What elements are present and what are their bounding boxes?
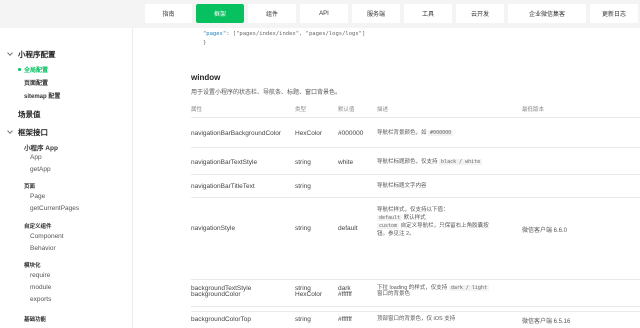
cell-default: #ffffff (338, 291, 352, 298)
cell-version: 微信客户端 6.5.16 (522, 319, 571, 325)
table-header-version: 最低版本 (522, 107, 545, 113)
nav-tab-cloud[interactable]: 云开发 (456, 4, 504, 23)
sidebar-item-mini-config[interactable]: 小程序配置 (18, 49, 56, 60)
cell-type: string (295, 225, 311, 232)
cell-default: #ffffff (338, 316, 352, 323)
cell-prop: backgroundColor (191, 291, 241, 298)
cell-desc: 顶部窗口的背景色，仅 iOS 支持 (377, 316, 456, 322)
sidebar-item-getapp[interactable]: getApp (30, 166, 51, 173)
cell-prop: navigationBarBackgroundColor (191, 130, 281, 137)
nav-tab-server[interactable]: 服务端 (352, 4, 400, 23)
nav-tab-wecom[interactable]: 企业微信集客 (508, 4, 586, 23)
sidebar-item-app[interactable]: App (30, 154, 42, 161)
table-row: navigationBarBackgroundColor HexColor #0… (191, 117, 640, 147)
sidebar-item-getcurrentpages[interactable]: getCurrentPages (30, 205, 79, 212)
sidebar-item-exports[interactable]: exports (30, 296, 51, 303)
nav-tab-components[interactable]: 组件 (248, 4, 296, 23)
cell-default: #000000 (338, 130, 364, 137)
nav-tab-guide[interactable]: 指南 (145, 4, 192, 23)
cell-prop: navigationStyle (191, 225, 236, 232)
cell-desc: 导航栏背景颜色，如 #000000 (377, 130, 454, 136)
section-description: 用于设置小程序的状态栏、导航条、标题、窗口背景色。 (191, 90, 342, 96)
cell-type: string (295, 316, 311, 323)
sidebar-item-require[interactable]: require (30, 272, 50, 279)
chevron-down-icon[interactable] (7, 50, 13, 56)
sidebar-group-custom-component[interactable]: 自定义组件 (24, 222, 52, 230)
nav-tab-api[interactable]: API (300, 4, 348, 23)
sidebar-item-sitemap-config[interactable]: sitemap 配置 (24, 91, 60, 100)
section-title: window (191, 73, 221, 82)
nav-tab-changelog[interactable]: 更新日志 (590, 4, 638, 23)
nav-tab-tools[interactable]: 工具 (404, 4, 452, 23)
sidebar-item-module[interactable]: module (30, 284, 51, 291)
cell-prop: navigationBarTextStyle (191, 159, 258, 166)
sidebar: 小程序配置 全局配置 页面配置 sitemap 配置 场景值 框架接口 小程序 … (0, 28, 133, 328)
cell-version: 微信客户端 6.6.0 (522, 228, 568, 234)
table-row: navigationStyle string default 导航栏样式，仅支持… (191, 197, 640, 279)
sidebar-group-basic-func[interactable]: 基础功能 (24, 315, 46, 323)
cell-desc: 导航栏样式，仅支持以下值： default 默认样式 custom 自定义导航栏… (377, 207, 489, 237)
cell-type: HexColor (295, 291, 323, 298)
cell-type: string (295, 183, 311, 190)
sidebar-item-global-config[interactable]: 全局配置 (24, 65, 48, 74)
cell-default: white (338, 159, 354, 166)
table-row: backgroundColorTop string #ffffff 顶部窗口的背… (191, 311, 640, 328)
sidebar-group-mini-app[interactable]: 小程序 App (24, 142, 58, 152)
code-line-pages: "pages": ["pages/index/index", "pages/lo… (203, 31, 366, 37)
top-nav-bar: 指南 框架 组件 API 服务端 工具 云开发 企业微信集客 更新日志 (0, 0, 640, 28)
table-header-desc: 描述 (377, 107, 389, 113)
sidebar-item-behavior[interactable]: Behavior (30, 245, 56, 252)
table-header-type: 类型 (295, 107, 307, 113)
cell-default: dark (338, 285, 351, 292)
sidebar-item-component[interactable]: Component (30, 233, 64, 240)
table-row: navigationBarTitleText string 导航栏标题文字内容 (191, 174, 640, 197)
cell-desc: 下拉 loading 的样式，仅支持 dark / light (377, 285, 489, 291)
cell-type: string (295, 159, 311, 166)
table-header-default: 默认值 (338, 107, 355, 113)
sidebar-item-page-config[interactable]: 页面配置 (24, 78, 48, 87)
cell-type: HexColor (295, 130, 323, 137)
sidebar-group-page[interactable]: 页面 (24, 182, 35, 190)
chevron-down-icon[interactable] (7, 128, 13, 134)
code-line-close: } (203, 40, 207, 46)
nav-tab-framework[interactable]: 框架 (196, 4, 244, 23)
active-dot-icon (18, 68, 21, 71)
main-content: "pages": ["pages/index/index", "pages/lo… (133, 28, 640, 328)
top-nav: 指南 框架 组件 API 服务端 工具 云开发 企业微信集客 更新日志 (145, 4, 638, 23)
cell-desc: 导航栏标题文字内容 (377, 183, 427, 189)
cell-desc: 导航栏标题颜色，仅支持 black / white (377, 159, 483, 165)
cell-prop: backgroundTextStyle (191, 285, 252, 292)
table-row: navigationBarTextStyle string white 导航栏标… (191, 147, 640, 174)
cell-default: default (338, 225, 358, 232)
sidebar-group-modularization[interactable]: 模块化 (24, 261, 41, 269)
sidebar-item-scene[interactable]: 场景值 (18, 109, 41, 120)
sidebar-item-framework-api[interactable]: 框架接口 (18, 127, 48, 138)
cell-prop: navigationBarTitleText (191, 183, 255, 190)
cell-type: string (295, 285, 311, 292)
cell-prop: backgroundColorTop (191, 316, 251, 323)
table-header-prop: 属性 (191, 107, 203, 113)
sidebar-item-page[interactable]: Page (30, 193, 45, 200)
